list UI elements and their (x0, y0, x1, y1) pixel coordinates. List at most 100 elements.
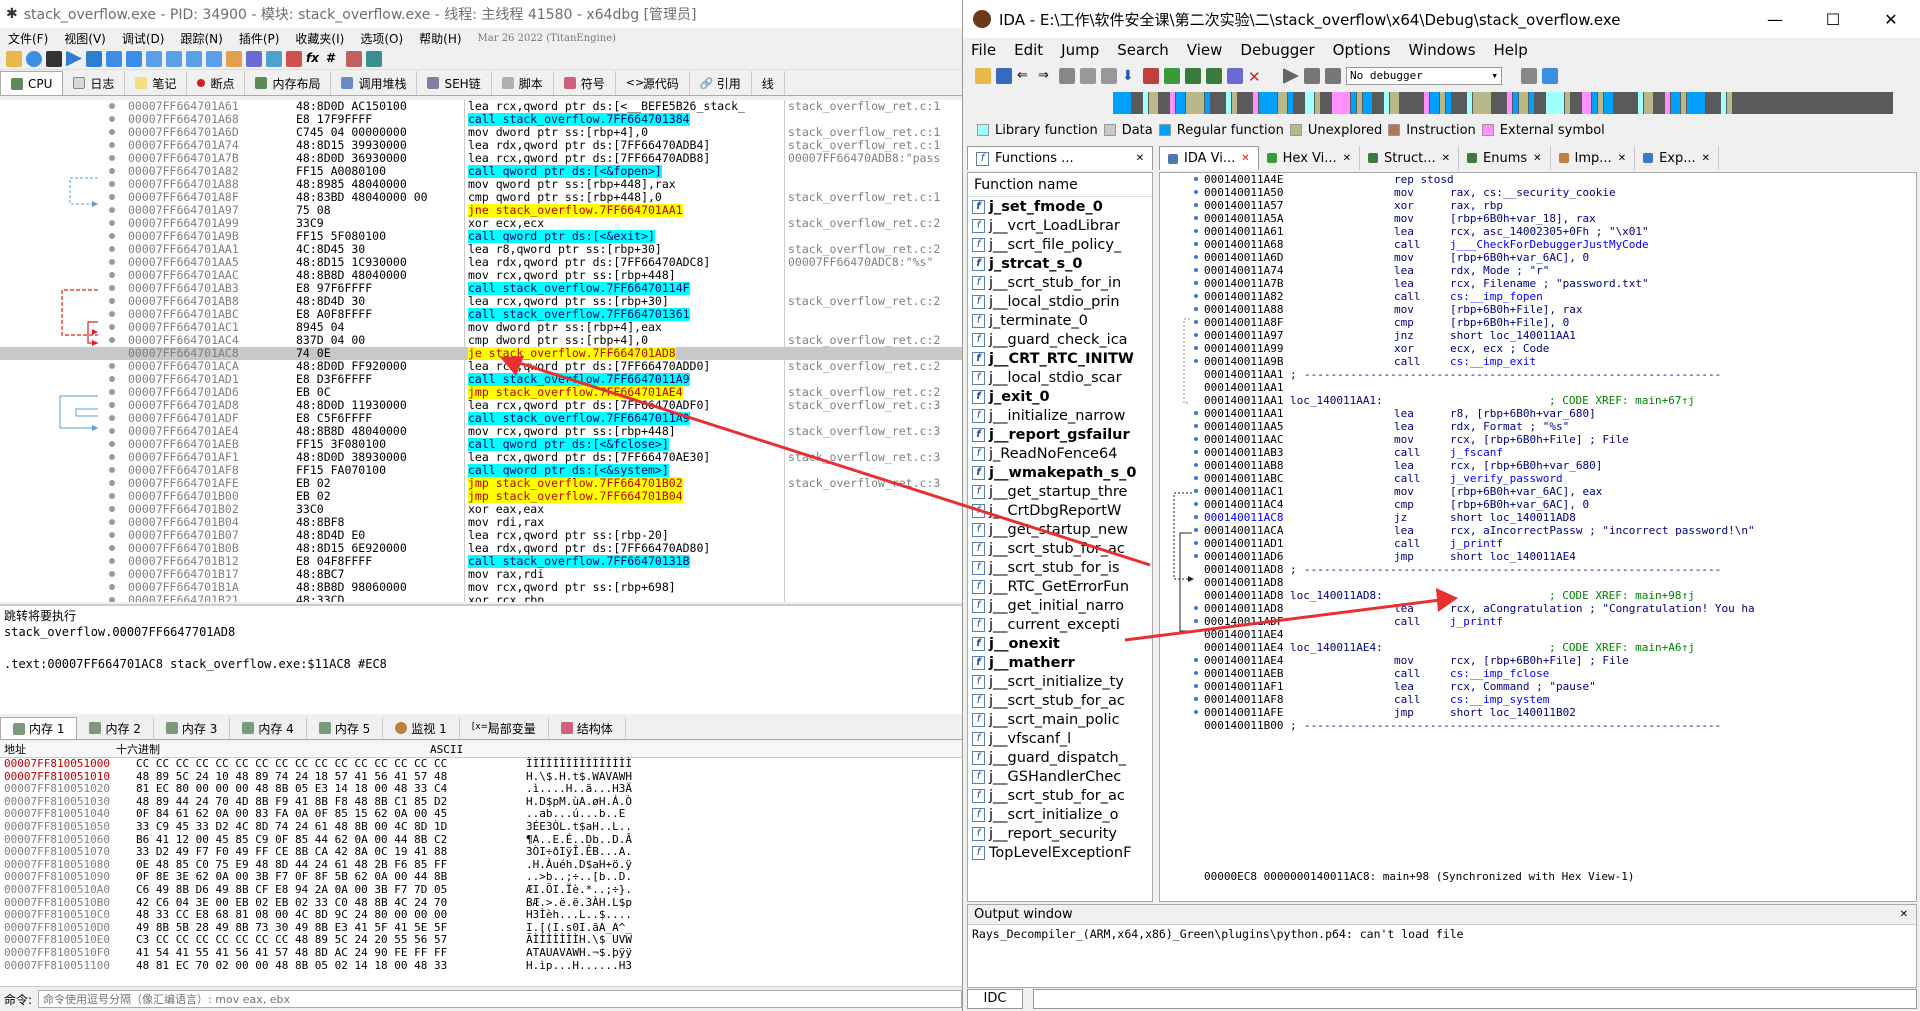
tab-memory-2[interactable]: 内存 2 (77, 717, 154, 739)
function-list-item[interactable]: f j__current_excepti (968, 615, 1152, 634)
tab-memory-1[interactable]: 内存 1 (0, 717, 78, 739)
save-icon[interactable] (996, 68, 1012, 84)
breakpoint-dot[interactable] (1194, 684, 1198, 688)
tab-imports[interactable]: Imp... ✕ (1550, 146, 1636, 170)
tab-cpu[interactable]: CPU (0, 71, 64, 95)
tab-struct[interactable]: 结构体 (549, 717, 626, 739)
search-text-icon[interactable] (1080, 68, 1096, 84)
bookmark-icon[interactable] (286, 50, 302, 67)
menu-trace[interactable]: 跟踪(N) (180, 30, 222, 47)
listing-row[interactable]: 000140011A61 lea rcx, asc_14002305+0Fh ; "… (1204, 225, 1904, 238)
sync-icon[interactable] (1542, 68, 1558, 84)
menu-windows[interactable]: Windows (1409, 41, 1476, 59)
close-icon[interactable]: ✕ (1702, 153, 1710, 164)
function-list-item[interactable]: f j__guard_check_ica (968, 330, 1152, 349)
function-list-item[interactable]: f j_exit_0 (968, 387, 1152, 406)
tab-functions[interactable]: f Functions ... ✕ (967, 146, 1153, 170)
function-list-item[interactable]: f j__vcrt_LoadLibrar (968, 216, 1152, 235)
listing-row[interactable]: 000140011AA1; ---------------------------… (1204, 368, 1904, 381)
function-list-item[interactable]: f j__vfscanf_l (968, 729, 1152, 748)
breakpoint-dot[interactable] (1194, 177, 1198, 181)
stop-debug-icon[interactable] (1325, 68, 1341, 84)
search-bytes-icon[interactable] (1101, 68, 1117, 84)
breakpoint-dot[interactable] (1194, 424, 1198, 428)
function-list-item[interactable]: f j__CrtDbgReportW (968, 501, 1152, 520)
menu-help[interactable]: 帮助(H) (419, 30, 461, 47)
listing-row[interactable]: 000140011AD8 loc_140011AD8: ; CODE XREF: m… (1204, 589, 1904, 602)
tab-memory-map[interactable]: 内存布局 (245, 71, 332, 95)
menu-jump[interactable]: Jump (1061, 41, 1099, 59)
listing-row[interactable]: 000140011A97 jnz short loc_140011AA1 (1204, 329, 1904, 342)
breakpoint-dot[interactable] (1194, 203, 1198, 207)
debugger-select[interactable]: No debugger ▾ (1346, 67, 1502, 85)
listing-row[interactable]: 000140011AD8 lea rcx, aCongratulation ; "C… (1204, 602, 1904, 615)
breakpoint-dot[interactable] (1194, 450, 1198, 454)
close-icon[interactable]: ✕ (1442, 153, 1450, 164)
listing-row[interactable]: 000140011AC4 cmp [rbp+6B0h+var_6AC], 0 (1204, 498, 1904, 511)
listing-row[interactable]: 000140011AE4 (1204, 628, 1904, 641)
tab-source[interactable]: <> 源代码 (615, 71, 690, 95)
breakpoint-dot[interactable] (1194, 359, 1198, 363)
breakpoint-dot[interactable] (1194, 502, 1198, 506)
hex-icon[interactable] (1164, 68, 1180, 84)
binoculars-icon[interactable] (1059, 68, 1075, 84)
listing-row[interactable]: 000140011AAC mov rcx, [rbp+6B0h+File] ; Fi… (1204, 433, 1904, 446)
attach-icon[interactable] (1521, 68, 1537, 84)
trace-into-icon[interactable] (146, 50, 162, 67)
function-list-item[interactable]: f j__scrt_stub_for_ac (968, 691, 1152, 710)
step-over-icon[interactable] (126, 50, 142, 67)
navigation-band[interactable] (1113, 92, 1893, 114)
function-list-item[interactable]: f j__scrt_stub_for_is (968, 558, 1152, 577)
listing-row[interactable]: 000140011A57 xor rax, rbp (1204, 199, 1904, 212)
pause-icon[interactable] (1304, 68, 1320, 84)
dump-row[interactable]: 00007FF8100510F0 41 54 41 55 41 56 41 57 … (0, 946, 962, 960)
breakpoint-dot[interactable] (1194, 346, 1198, 350)
function-list-item[interactable]: f j__initialize_narrow (968, 406, 1152, 425)
breakpoint-dot[interactable] (1194, 190, 1198, 194)
breakpoint-dot[interactable] (1194, 710, 1198, 714)
idc-button[interactable]: IDC (967, 989, 1023, 1009)
breakpoint-dot[interactable] (1194, 619, 1198, 623)
hash-icon[interactable]: # (326, 51, 342, 67)
tab-ida-view[interactable]: IDA Vi... ✕ (1159, 146, 1259, 170)
listing-row[interactable]: 000140011A74 lea rdx, Mode ; "r" (1204, 264, 1904, 277)
function-list-item[interactable]: f j__CRT_RTC_INITW (968, 349, 1152, 368)
close-icon[interactable]: ✕ (1862, 10, 1920, 29)
breakpoint-dot[interactable] (1194, 515, 1198, 519)
function-list-item[interactable]: f j__report_gsfailur (968, 425, 1152, 444)
close-icon[interactable]: ✕ (1618, 153, 1626, 164)
listing-row[interactable]: 000140011AB3 call j_fscanf (1204, 446, 1904, 459)
output-window[interactable]: Output window ✕ Rays_Decompiler_(ARM,x64,… (967, 904, 1917, 988)
cpu-icon[interactable] (366, 50, 382, 67)
listing-row[interactable]: 000140011B00; ---------------------------… (1204, 719, 1904, 732)
forward-icon[interactable]: ⇒ (1038, 68, 1054, 84)
menu-help[interactable]: Help (1494, 41, 1528, 59)
function-list-item[interactable]: f j__scrt_stub_for_in (968, 273, 1152, 292)
ida-view-listing[interactable]: 000140011A4E rep stosd 000140011A50 mov rax,… (1159, 172, 1917, 902)
tab-notes[interactable]: 笔记 (125, 71, 188, 95)
tab-exports[interactable]: Exp... ✕ (1635, 146, 1720, 170)
menu-plugins[interactable]: 插件(P) (239, 30, 280, 47)
idc-input[interactable] (1033, 989, 1917, 1009)
function-list-item[interactable]: f j__matherr (968, 653, 1152, 672)
step-into-icon[interactable] (106, 50, 122, 67)
run-to-user-icon[interactable] (206, 50, 222, 67)
listing-row[interactable]: 000140011A82 call cs:__imp_fopen (1204, 290, 1904, 303)
dump-row[interactable]: 00007FF810051100 48 81 EC 70 02 00 00 48 … (0, 959, 962, 973)
play-icon[interactable] (1283, 68, 1299, 84)
menu-options[interactable]: Options (1333, 41, 1391, 59)
listing-row[interactable]: 000140011AD1 call j_printf (1204, 537, 1904, 550)
function-list-item[interactable]: f j__guard_dispatch_ (968, 748, 1152, 767)
restart-icon[interactable] (26, 50, 42, 67)
disassembly-view[interactable]: 00007FF664701A61 48:8D0D AC150100 lea rcx,… (0, 100, 962, 602)
menu-file[interactable]: File (971, 41, 996, 59)
dump-row[interactable]: 00007FF8100510C0 48 33 CC E8 68 81 08 00 … (0, 909, 962, 922)
listing-row[interactable]: 000140011A68 call j___CheckForDebuggerJust… (1204, 238, 1904, 251)
dump-row[interactable]: 00007FF810051000 CC CC CC CC CC CC CC CC … (0, 757, 962, 771)
breakpoint-dot[interactable] (1194, 658, 1198, 662)
disasm-row[interactable]: 00007FF664701B21 48:33CD xor rcx,rbp (0, 594, 962, 603)
breakpoint-dot[interactable] (1194, 671, 1198, 675)
listing-row[interactable]: 000140011A88 mov [rbp+6B0h+File], rax (1204, 303, 1904, 316)
pause-icon[interactable] (86, 50, 102, 67)
menu-options[interactable]: 选项(O) (360, 30, 403, 47)
